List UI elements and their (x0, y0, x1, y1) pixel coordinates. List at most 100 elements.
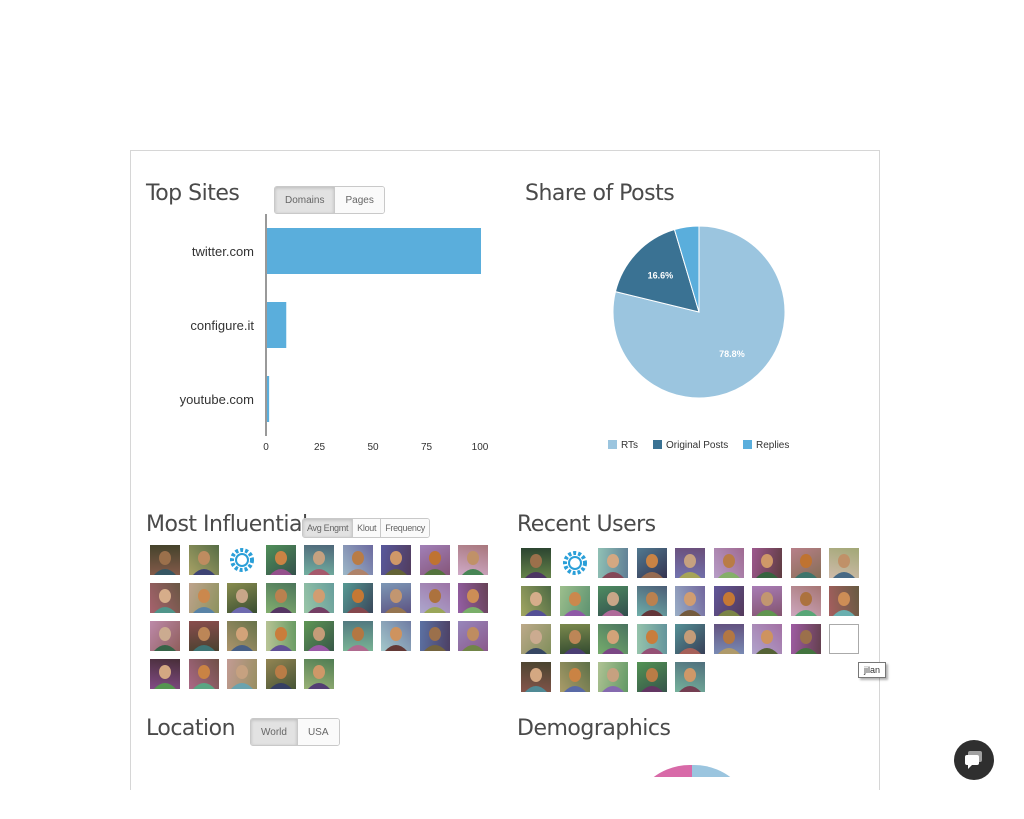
user-avatar[interactable] (150, 583, 180, 613)
x-tick-label: 50 (367, 442, 379, 453)
user-avatar[interactable] (752, 586, 782, 616)
chat-button[interactable] (954, 740, 994, 780)
legend-label: Original Posts (666, 440, 728, 451)
user-avatar[interactable] (675, 548, 705, 578)
user-avatar[interactable] (559, 548, 590, 578)
user-tooltip: jilan (858, 662, 887, 678)
location-toggle: World USA (250, 718, 340, 746)
user-avatar[interactable] (829, 548, 859, 578)
user-avatar[interactable] (188, 659, 219, 689)
bar[interactable] (267, 376, 270, 422)
user-avatar[interactable] (381, 621, 411, 651)
demographics-slice-female (653, 764, 692, 777)
user-avatar[interactable] (559, 586, 590, 616)
user-avatar[interactable] (752, 624, 782, 654)
legend-swatch (608, 440, 617, 449)
legend-swatch (743, 440, 752, 449)
user-avatar[interactable] (559, 662, 590, 692)
pie-data-label: 78.8% (719, 349, 745, 359)
x-tick-label: 0 (263, 442, 269, 453)
x-tick-label: 100 (472, 442, 489, 453)
share-of-posts-pie-chart: 78.8% 16.6% RTs Original Posts Replies (608, 225, 789, 451)
user-avatar[interactable] (521, 624, 551, 654)
user-avatar[interactable] (150, 621, 180, 651)
user-avatar[interactable] (381, 545, 411, 575)
user-avatar[interactable] (598, 586, 628, 616)
user-avatar[interactable] (227, 545, 257, 575)
tab-frequency[interactable]: Frequency (380, 519, 430, 537)
user-avatar[interactable] (265, 545, 296, 575)
user-avatar[interactable] (636, 624, 667, 654)
user-avatar[interactable] (227, 583, 257, 613)
user-avatar[interactable] (419, 621, 450, 651)
user-avatar[interactable] (598, 624, 628, 654)
bar[interactable] (267, 302, 287, 348)
user-avatar[interactable] (713, 624, 744, 654)
user-avatar[interactable] (342, 583, 373, 613)
user-avatar[interactable] (458, 545, 488, 575)
most-influential-toggle: Avg Engmt Klout Frequency (302, 518, 431, 538)
user-avatar[interactable] (675, 586, 705, 616)
user-avatar[interactable] (227, 621, 257, 651)
tab-klout[interactable]: Klout (352, 519, 381, 537)
user-avatar[interactable] (265, 659, 296, 689)
location-title: Location (146, 716, 236, 741)
user-avatar[interactable] (419, 583, 450, 613)
user-avatar[interactable] (598, 548, 628, 578)
user-avatar[interactable] (265, 583, 296, 613)
demographics-title: Demographics (517, 716, 671, 741)
user-avatar[interactable] (458, 621, 488, 651)
user-avatar[interactable] (458, 583, 488, 613)
user-avatar[interactable] (675, 624, 705, 654)
user-avatar[interactable] (713, 586, 744, 616)
share-of-posts-title: Share of Posts (525, 181, 675, 206)
demographics-slice-male (692, 764, 731, 777)
user-avatar[interactable] (265, 621, 296, 651)
user-avatar[interactable] (790, 624, 821, 654)
user-avatar[interactable] (188, 583, 219, 613)
user-avatar[interactable] (829, 586, 859, 616)
user-avatar[interactable] (752, 548, 782, 578)
user-avatar[interactable] (304, 545, 334, 575)
pie-data-label: 16.6% (648, 270, 674, 280)
user-avatar[interactable] (598, 662, 628, 692)
tab-usa[interactable]: USA (296, 719, 339, 745)
user-avatar[interactable] (636, 586, 667, 616)
user-avatar[interactable] (188, 545, 219, 575)
legend-label: RTs (621, 440, 638, 451)
legend-label: Replies (756, 440, 789, 451)
x-tick-label: 75 (421, 442, 433, 453)
user-avatar[interactable] (150, 659, 180, 689)
x-tick-label: 25 (314, 442, 326, 453)
user-avatar[interactable] (636, 548, 667, 578)
legend-swatch (653, 440, 662, 449)
user-avatar[interactable] (188, 621, 219, 651)
bar-category-label: youtube.com (180, 392, 254, 407)
user-avatar[interactable] (342, 621, 373, 651)
user-avatar[interactable] (521, 586, 551, 616)
user-avatar[interactable] (636, 662, 667, 692)
bar[interactable] (267, 228, 481, 274)
user-avatar[interactable] (713, 548, 744, 578)
user-avatar[interactable] (790, 586, 821, 616)
most-influential-title: Most Influential (146, 512, 308, 537)
user-avatar[interactable] (150, 545, 180, 575)
top-sites-bar-chart: twitter.com configure.it youtube.com 0 25 50 7… (180, 214, 489, 453)
bar-category-label: configure.it (190, 318, 254, 333)
user-avatar[interactable] (304, 621, 334, 651)
user-avatar[interactable] (342, 545, 373, 575)
user-avatar[interactable] (304, 583, 334, 613)
user-avatar[interactable] (675, 662, 705, 692)
user-avatar[interactable] (419, 545, 450, 575)
user-avatar[interactable] (304, 659, 334, 689)
tab-avg-engmt[interactable]: Avg Engmt (303, 519, 353, 537)
user-avatar[interactable] (829, 624, 859, 654)
user-avatar[interactable] (227, 659, 257, 689)
user-avatar[interactable] (521, 662, 551, 692)
user-avatar[interactable] (559, 624, 590, 654)
user-avatar[interactable] (790, 548, 821, 578)
tab-world[interactable]: World (251, 719, 297, 745)
user-avatar[interactable] (381, 583, 411, 613)
user-avatar[interactable] (521, 548, 551, 578)
chat-bubble-icon (965, 751, 982, 769)
